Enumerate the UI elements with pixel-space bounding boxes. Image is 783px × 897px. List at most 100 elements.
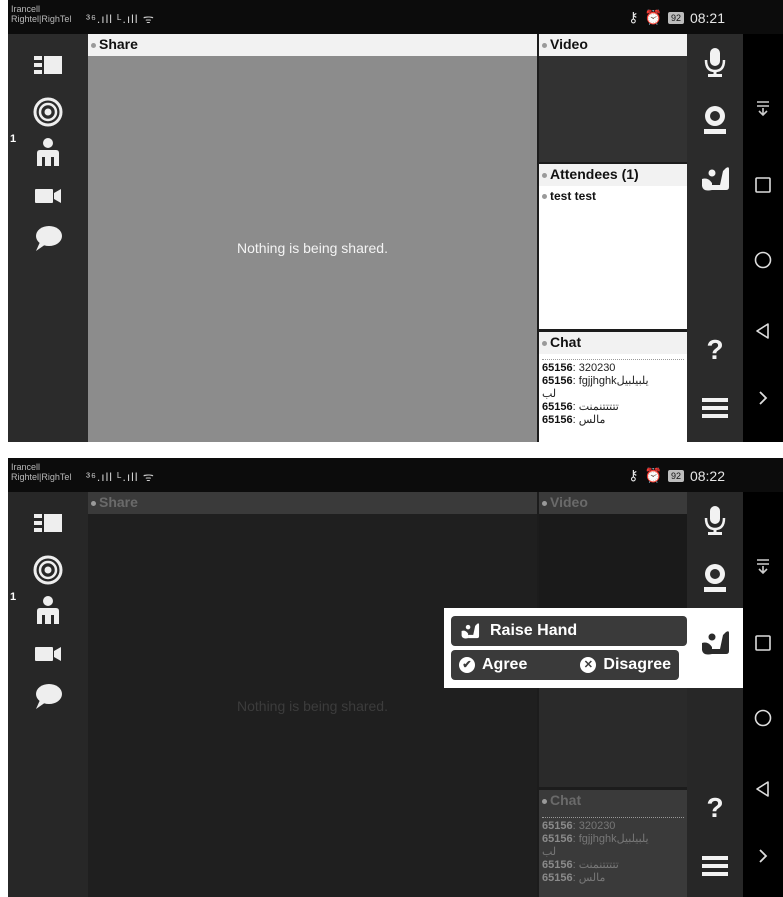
chevron-right-icon[interactable] (753, 388, 773, 408)
agree-disagree-bar: ✔ Agree ✕ Disagree (451, 650, 679, 680)
carrier-secondary: Rightel|RighTel (11, 14, 72, 24)
android-nav-bar (743, 34, 783, 442)
person-icon[interactable] (32, 136, 64, 168)
chat-message: 65156: 320230 (542, 362, 616, 374)
chat-messages[interactable]: 65156: 320230 65156: fgjjhghkیلبیلبیل لب… (539, 354, 687, 442)
right-toolbar: ? (687, 34, 743, 442)
key-icon: ⚷ (628, 9, 639, 25)
disagree-button[interactable]: ✕ Disagree (580, 656, 671, 674)
agree-button[interactable]: ✔ Agree (459, 656, 527, 674)
chat-bubble-icon[interactable] (32, 680, 64, 712)
raise-hand-label: Raise Hand (490, 622, 578, 639)
circle-icon[interactable] (753, 250, 773, 270)
clock: 08:22 (689, 467, 725, 484)
chat-bubble-icon[interactable] (32, 222, 64, 254)
raise-hand-button[interactable]: Raise Hand (451, 616, 687, 646)
square-icon[interactable] (753, 633, 773, 653)
carrier-secondary: Rightel|RighTel (11, 472, 72, 482)
disagree-label: Disagree (603, 656, 671, 673)
back-icon[interactable] (753, 779, 773, 799)
video-area (539, 56, 687, 162)
video-panel-header: Video (539, 492, 687, 514)
chat-panel-header: Chat (539, 790, 687, 812)
camera-icon[interactable] (32, 638, 64, 670)
target-icon[interactable] (32, 554, 64, 586)
video-title: Video (542, 36, 588, 52)
layout-icon[interactable] (32, 49, 64, 81)
key-icon: ⚷ (628, 467, 639, 483)
status-icon[interactable] (753, 98, 773, 118)
webcam-icon[interactable] (698, 561, 732, 595)
check-icon: ✔ (459, 657, 475, 673)
status-right: ⚷ ⏰ 92 08:22 (628, 467, 725, 484)
share-area: Nothing is being shared. (88, 56, 537, 442)
carrier-label: Irancell Rightel|RighTel (11, 462, 71, 482)
video-title: Video (542, 494, 588, 510)
left-sidebar: 1 (8, 34, 88, 442)
chevron-right-icon[interactable] (753, 846, 773, 866)
menu-icon[interactable] (698, 391, 732, 425)
battery-indicator: 92 (667, 11, 684, 24)
share-area: Nothing is being shared. (88, 514, 537, 897)
carrier-primary: Irancell (11, 4, 41, 14)
carrier-label: Irancell Rightel|RighTel (11, 4, 71, 24)
chat-message: 65156: تتتتتنمنت (542, 401, 619, 413)
chat-message-continuation: لب (542, 846, 557, 858)
agree-label: Agree (482, 656, 528, 673)
chat-panel-header: Chat (539, 332, 687, 354)
alarm-icon: ⏰ (644, 467, 662, 483)
help-icon[interactable]: ? (699, 334, 731, 366)
attendees-title: Attendees (1) (542, 166, 639, 182)
microphone-icon[interactable] (698, 45, 732, 79)
clock: 08:21 (689, 9, 725, 26)
chat-messages[interactable]: 65156: 320230 65156: fgjjhghkیلبیلبیل لب… (539, 812, 687, 897)
list-item[interactable]: test test (542, 189, 596, 203)
chat-title: Chat (542, 334, 581, 350)
raise-hand-icon (459, 620, 481, 642)
chat-title: Chat (542, 792, 581, 808)
raise-hand-icon[interactable] (698, 162, 732, 196)
chat-message-continuation: لب (542, 388, 557, 400)
menu-icon[interactable] (698, 849, 732, 883)
help-icon[interactable]: ? (699, 792, 731, 824)
chat-message: 65156: fgjjhghkیلبیلبیل (542, 833, 649, 845)
camera-icon[interactable] (32, 180, 64, 212)
attendee-count-badge: 1 (10, 133, 17, 145)
raise-hand-popup: Raise Hand ✔ Agree ✕ Disagree (444, 608, 743, 688)
attendee-count-badge: 1 (10, 591, 17, 603)
share-panel-header: Share (88, 34, 537, 56)
app-screen-raise-hand-menu: Irancell Rightel|RighTel ³⁶.ıll ᴸ.ıll ᯤ … (8, 458, 783, 897)
status-icon[interactable] (753, 556, 773, 576)
android-nav-bar (743, 492, 783, 897)
share-empty-message: Nothing is being shared. (237, 698, 388, 714)
status-bar: Irancell Rightel|RighTel ³⁶.ıll ᴸ.ıll ᯤ … (8, 0, 783, 34)
signal-icon: ³⁶.ıll ᴸ.ıll ᯤ (86, 470, 155, 484)
chat-message: 65156: مالس (542, 872, 606, 884)
battery-indicator: 92 (667, 469, 684, 482)
share-title: Share (91, 494, 138, 510)
circle-icon[interactable] (753, 708, 773, 728)
back-icon[interactable] (753, 321, 773, 341)
x-circle-icon: ✕ (580, 657, 597, 673)
chat-message: 65156: مالس (542, 414, 606, 426)
video-panel-header: Video (539, 34, 687, 56)
chat-message: 65156: 320230 (542, 820, 616, 832)
webcam-icon[interactable] (698, 103, 732, 137)
person-icon[interactable] (32, 594, 64, 626)
signal-icon: ³⁶.ıll ᴸ.ıll ᯤ (86, 12, 155, 26)
alarm-icon: ⏰ (644, 9, 662, 25)
chat-message: 65156: تتتتتنمنت (542, 859, 619, 871)
video-area (539, 514, 687, 620)
chat-message: 65156: fgjjhghkیلبیلبیل (542, 375, 649, 387)
target-icon[interactable] (32, 96, 64, 128)
microphone-icon[interactable] (698, 503, 732, 537)
share-empty-message: Nothing is being shared. (237, 240, 388, 256)
square-icon[interactable] (753, 175, 773, 195)
right-toolbar: ? (687, 492, 743, 897)
attendees-panel-header: Attendees (1) (539, 164, 687, 186)
layout-icon[interactable] (32, 507, 64, 539)
left-sidebar: 1 (8, 492, 88, 897)
status-right: ⚷ ⏰ 92 08:21 (628, 9, 725, 26)
status-bar: Irancell Rightel|RighTel ³⁶.ıll ᴸ.ıll ᯤ … (8, 458, 783, 492)
raise-hand-icon[interactable] (698, 626, 732, 660)
